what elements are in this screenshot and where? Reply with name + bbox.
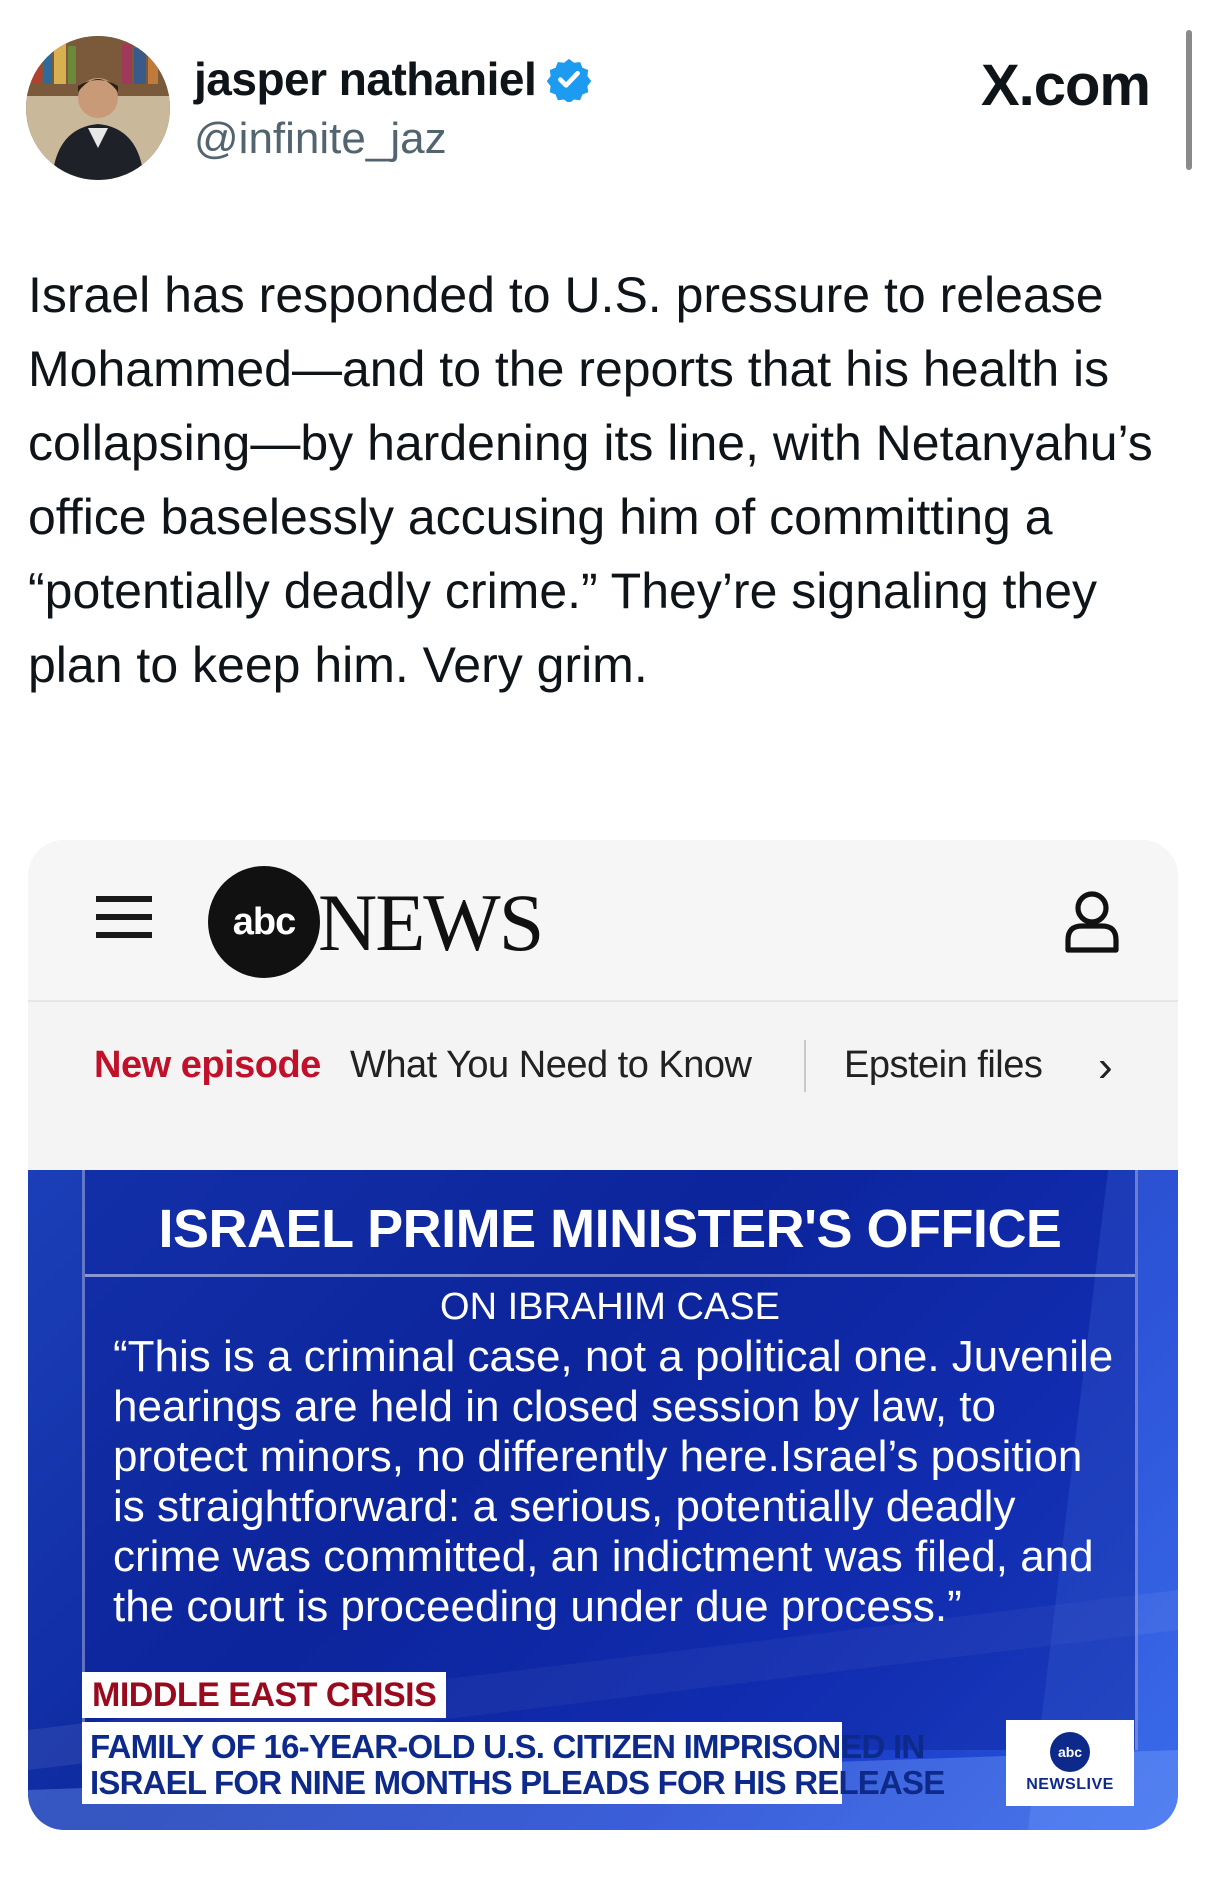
- broadcast-frame: ISRAEL PRIME MINISTER'S OFFICE ON IBRAHI…: [28, 1170, 1178, 1830]
- statement-panel: ISRAEL PRIME MINISTER'S OFFICE ON IBRAHI…: [82, 1170, 1138, 1750]
- newslive-logo: abc: [1050, 1732, 1090, 1772]
- newslive-text: NEWSLIVE: [1026, 1776, 1114, 1793]
- abc-nav-bar: abc NEWS: [28, 840, 1178, 1002]
- lower-third-line2: ISRAEL FOR NINE MONTHS PLEADS FOR HIS RE…: [90, 1764, 945, 1801]
- hamburger-menu-icon: [96, 892, 156, 942]
- scrollbar[interactable]: [1186, 30, 1192, 170]
- author-handle[interactable]: @infinite_jaz: [194, 114, 447, 164]
- abc-ticker: New episode What You Need to Know Epstei…: [28, 1002, 1178, 1140]
- chevron-right-icon: ›: [1098, 1042, 1113, 1091]
- verified-badge-icon: [547, 58, 592, 102]
- abc-logo: abc: [208, 866, 320, 978]
- statement-subtitle: ON IBRAHIM CASE: [440, 1286, 780, 1328]
- statement-title: ISRAEL PRIME MINISTER'S OFFICE: [158, 1199, 1062, 1259]
- crisis-tag: MIDDLE EAST CRISIS: [82, 1672, 447, 1718]
- avatar-photo: [26, 36, 170, 180]
- attached-image[interactable]: abc NEWS New episode What You Need to Kn…: [28, 840, 1178, 1830]
- show-title: What You Need to Know: [350, 1044, 752, 1086]
- post-text: Israel has responded to U.S. pressure to…: [28, 267, 1153, 693]
- new-episode-label: New episode: [94, 1044, 321, 1086]
- ticker-divider: [804, 1040, 806, 1092]
- lower-third: FAMILY OF 16-YEAR-OLD U.S. CITIZEN IMPRI…: [82, 1722, 945, 1804]
- news-wordmark: NEWS: [318, 877, 544, 968]
- avatar[interactable]: [26, 36, 170, 180]
- statement-quote: “This is a criminal case, not a politica…: [113, 1332, 1114, 1631]
- user-account-icon: [1065, 891, 1119, 953]
- topic-link: Epstein files: [844, 1044, 1043, 1086]
- lower-third-line1: FAMILY OF 16-YEAR-OLD U.S. CITIZEN IMPRI…: [90, 1728, 925, 1765]
- post-header: jasper nathaniel @infinite_jaz X.com: [0, 0, 1206, 200]
- newslive-bug: abc NEWSLIVE: [1006, 1720, 1134, 1806]
- author-row: jasper nathaniel: [194, 52, 592, 106]
- author-name[interactable]: jasper nathaniel: [194, 52, 537, 106]
- title-rule: [85, 1274, 1135, 1277]
- site-watermark: X.com: [980, 53, 1151, 118]
